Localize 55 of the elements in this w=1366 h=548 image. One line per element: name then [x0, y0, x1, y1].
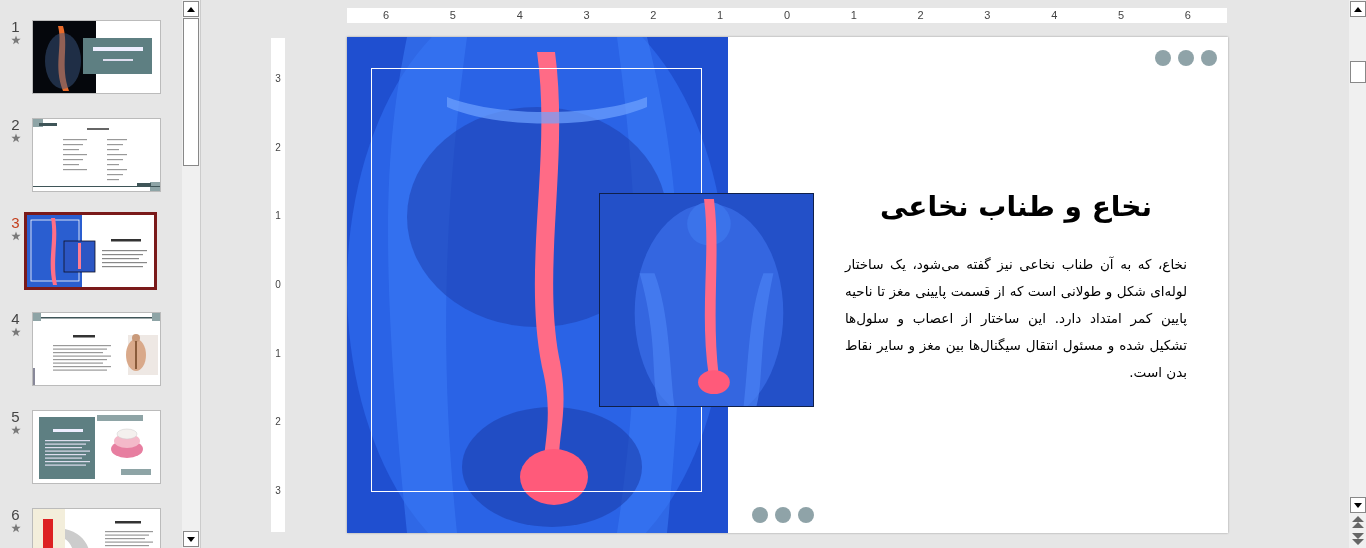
up-arrow-icon: [1353, 6, 1362, 12]
dots-icon: [1154, 49, 1218, 67]
slide-number: 3: [11, 214, 20, 231]
previous-slide-icon[interactable]: [1351, 516, 1364, 530]
dots-icon: [751, 506, 815, 524]
star-icon: [10, 425, 21, 435]
scroll-thumb[interactable]: [183, 18, 199, 166]
slide-thumbnail[interactable]: [30, 310, 163, 388]
slide-body: نخاع، که به آن طناب نخاعی نیز گفته می‌شود، یک ساختار لوله‌ای شکل و طولانی است که از قسمت پایینی مغز تا ناحیه پایین کمر امتداد دارد. این ساختار از اعصاب و سلول‌ها تشکیل شده و مسئول انتقال سیگنال‌ها بین مغز و سایر نقاط بدن است.: [845, 255, 1187, 382]
ruler-number: 4: [516, 9, 523, 21]
scroll-down-button[interactable]: [1349, 497, 1366, 513]
ruler-number: 2: [275, 142, 281, 153]
scroll-down-button[interactable]: [183, 531, 199, 547]
ruler-number: 4: [1051, 9, 1058, 21]
scrollbar[interactable]: [182, 0, 200, 548]
scrollbar[interactable]: [1349, 0, 1366, 548]
ruler-number: 0: [275, 279, 281, 290]
star-icon: [10, 133, 21, 143]
ruler-number: 3: [984, 9, 991, 21]
ruler-number: 6: [383, 9, 390, 21]
ruler-number: 1: [275, 211, 281, 222]
ruler-number: 1: [717, 9, 724, 21]
ruler-number: 3: [583, 9, 590, 21]
ruler-number: 3: [275, 485, 281, 496]
ruler-number: 0: [783, 9, 790, 21]
slide-thumbnail[interactable]: [30, 116, 163, 194]
ruler-number: 2: [275, 417, 281, 428]
ruler-number: 3: [275, 74, 281, 84]
ruler-number: 1: [850, 9, 857, 21]
scroll-up-button[interactable]: [1349, 1, 1366, 17]
ruler-number: 2: [917, 9, 924, 21]
slide-thumbnail[interactable]: [30, 18, 163, 96]
slide-title: نخاع و طناب نخاعی: [878, 189, 1154, 225]
ruler-number: 1: [275, 348, 281, 359]
slide-thumbnail[interactable]: [30, 408, 163, 486]
down-arrow-icon: [187, 536, 195, 542]
up-arrow-icon: [187, 6, 195, 12]
star-icon: [10, 327, 21, 337]
star-icon: [10, 523, 21, 533]
scroll-up-button[interactable]: [183, 1, 199, 17]
ruler-number: 5: [449, 9, 456, 21]
slide-number: 5: [11, 408, 20, 425]
slide-number: 4: [11, 310, 20, 327]
ruler-number: 5: [1117, 9, 1125, 21]
down-arrow-icon: [1353, 502, 1362, 508]
ruler-number: 2: [650, 9, 657, 21]
slide-number: 6: [11, 506, 20, 523]
slide-number: 2: [11, 116, 20, 133]
slide-number: 1: [11, 18, 20, 35]
scroll-thumb[interactable]: [1349, 61, 1366, 83]
ruler-number: 6: [1184, 9, 1191, 21]
star-icon: [10, 231, 21, 241]
star-icon: [10, 35, 21, 45]
next-slide-icon[interactable]: [1351, 531, 1364, 545]
slide-thumbnail[interactable]: [24, 212, 157, 290]
